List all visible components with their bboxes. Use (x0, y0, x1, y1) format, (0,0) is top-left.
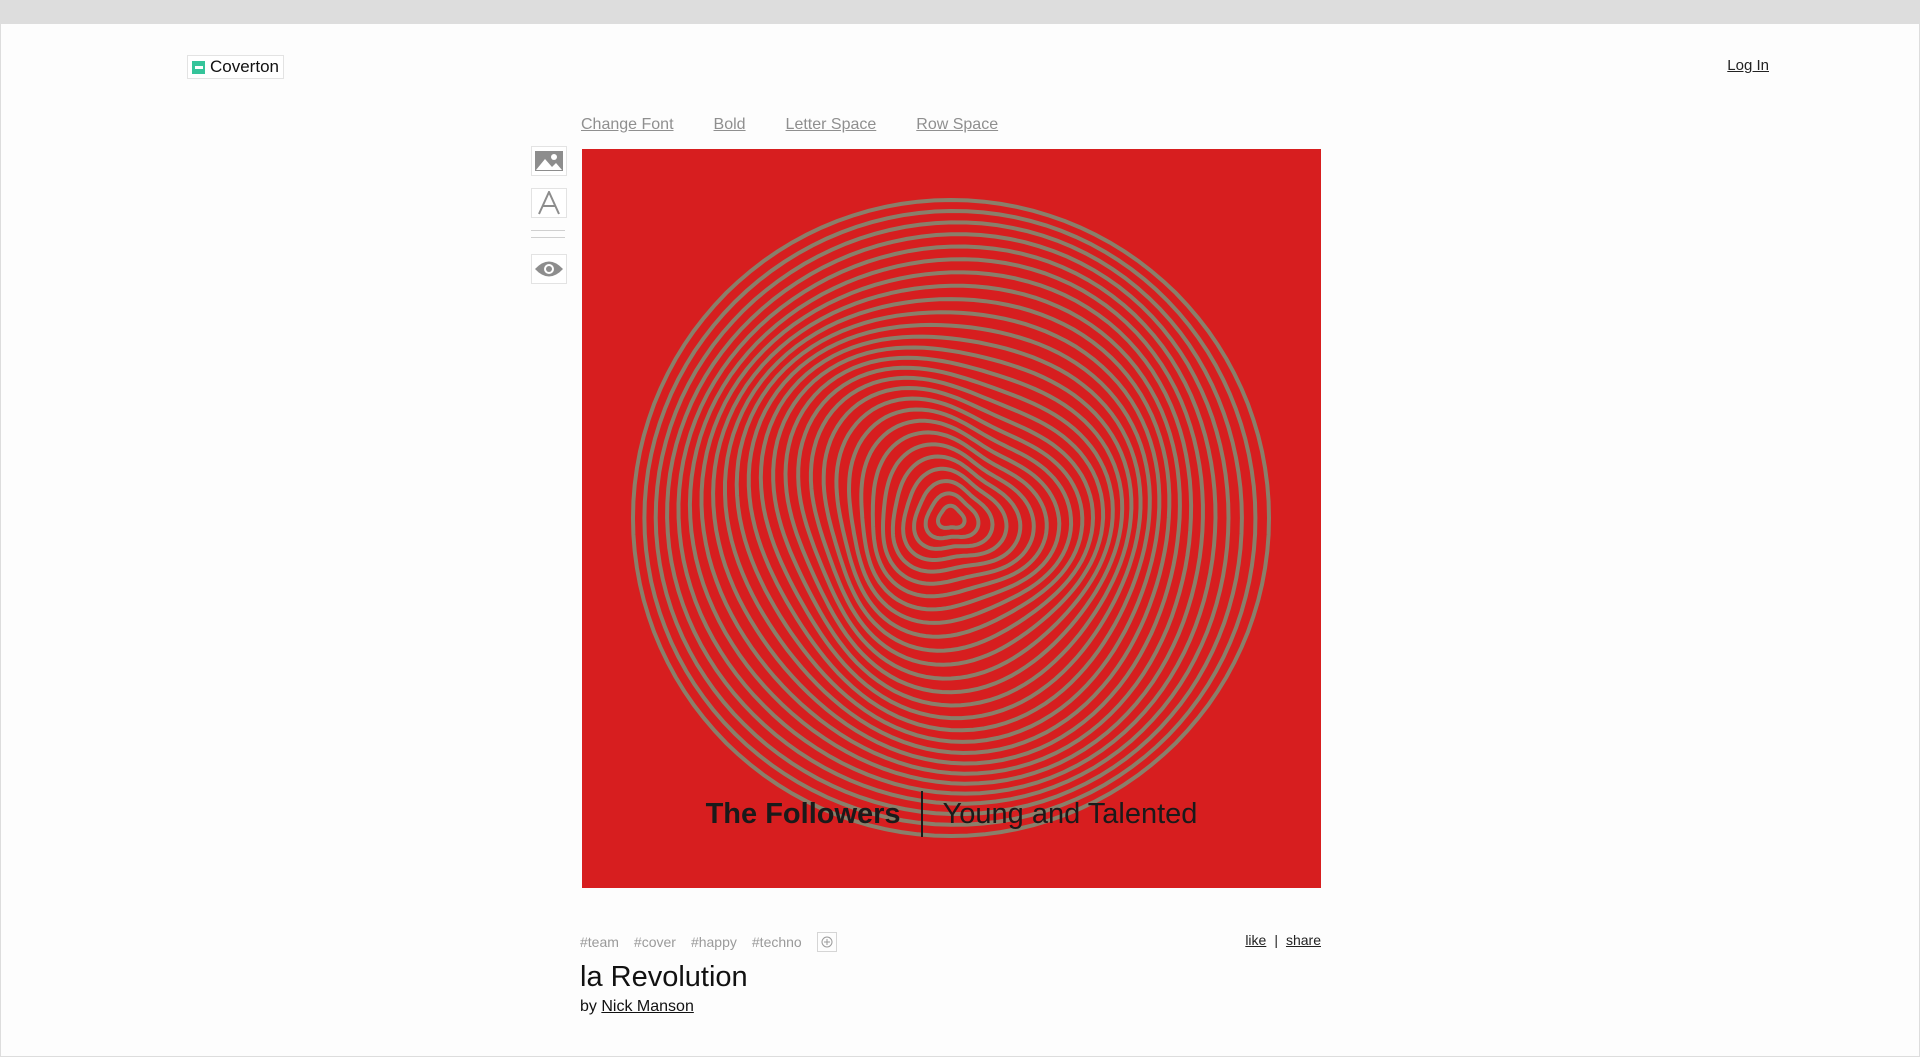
text-toolbar: Change Font Bold Letter Space Row Space (581, 116, 998, 134)
cover-text-separator (920, 791, 923, 837)
preview-tool-button[interactable] (531, 254, 567, 284)
logo[interactable]: Coverton (187, 55, 284, 79)
author-link[interactable]: Nick Manson (601, 998, 693, 1015)
cover-artist[interactable]: The Followers (706, 798, 901, 831)
text-icon (538, 191, 560, 215)
side-tools (531, 146, 567, 296)
page: Coverton Log In Change Font Bold Letter … (1, 24, 1919, 1056)
byline: by Nick Manson (580, 998, 694, 1016)
row-space-button[interactable]: Row Space (916, 116, 998, 134)
eye-icon (535, 261, 563, 277)
tag-item[interactable]: #techno (752, 934, 802, 950)
tag-list: #team #cover #happy #techno (580, 932, 837, 952)
post-actions: like | share (1245, 932, 1321, 948)
plus-circle-icon (821, 936, 833, 948)
image-tool-button[interactable] (531, 146, 567, 176)
cover-text[interactable]: The Followers Young and Talented (582, 791, 1321, 837)
cover-canvas[interactable]: The Followers Young and Talented (582, 149, 1321, 888)
contour-ring (936, 503, 967, 530)
actions-separator: | (1274, 932, 1278, 948)
add-tag-button[interactable] (816, 932, 837, 952)
change-font-button[interactable]: Change Font (581, 116, 674, 134)
tag-item[interactable]: #team (580, 934, 619, 950)
image-icon (535, 151, 563, 171)
contour-ring (642, 208, 1258, 827)
text-tool-button[interactable] (531, 188, 567, 218)
login-link[interactable]: Log In (1727, 57, 1769, 74)
share-link[interactable]: share (1286, 932, 1321, 948)
tag-item[interactable]: #happy (691, 934, 737, 950)
logo-mark-icon (192, 60, 205, 74)
like-link[interactable]: like (1245, 932, 1266, 948)
contour-rings-graphic (630, 197, 1272, 839)
letter-space-button[interactable]: Letter Space (786, 116, 877, 134)
contour-ring (923, 491, 981, 541)
post-title: la Revolution (580, 961, 748, 993)
byline-prefix: by (580, 998, 597, 1015)
divider-tool-button[interactable] (531, 230, 565, 238)
bold-button[interactable]: Bold (714, 116, 746, 134)
tag-item[interactable]: #cover (634, 934, 676, 950)
logo-text: Coverton (210, 57, 279, 76)
cover-album[interactable]: Young and Talented (943, 798, 1198, 831)
